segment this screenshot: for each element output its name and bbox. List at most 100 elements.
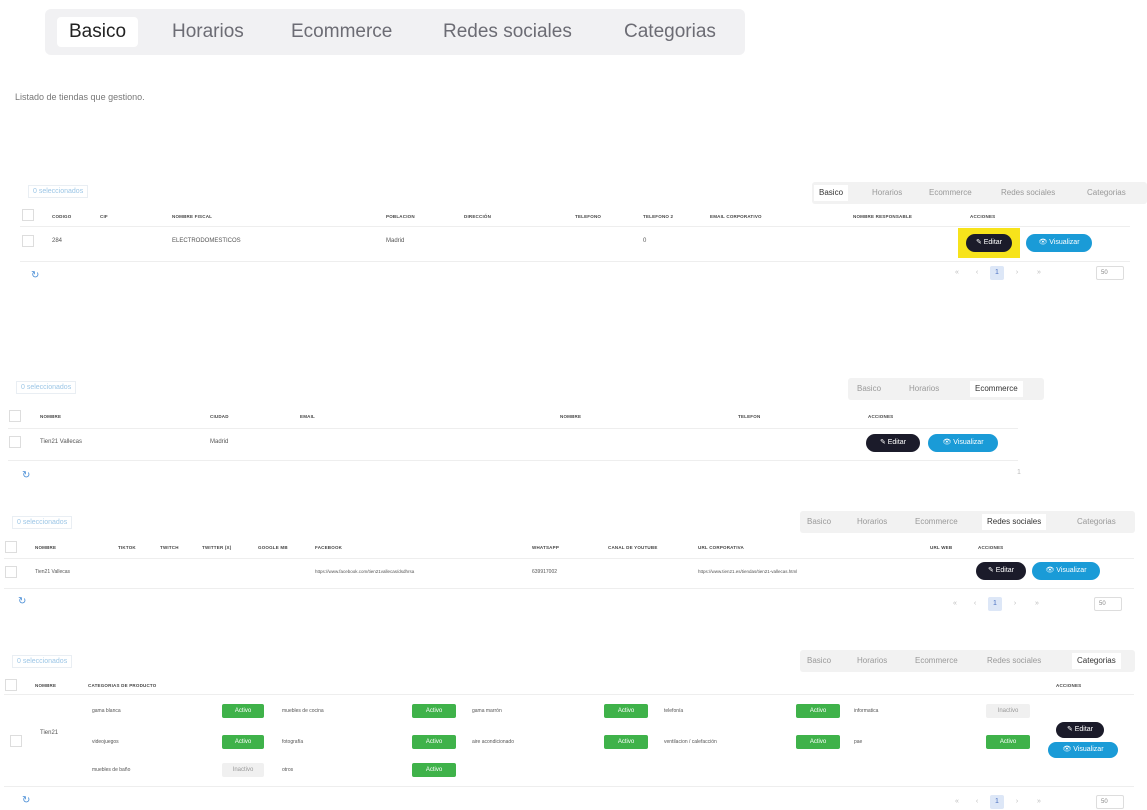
category-name: fotografía [282,739,304,745]
category-status[interactable]: Activo [412,763,456,777]
select-all-checkbox[interactable] [22,209,34,221]
pager-page-1[interactable]: 1 [990,266,1004,280]
select-all-checkbox[interactable] [5,679,17,691]
col-nombre-contacto: NOMBRE [560,414,582,419]
pagination: « ‹ 1 › » 50 [948,597,1138,611]
panel1-tab-horarios[interactable]: Horarios [867,185,907,201]
row-checkbox[interactable] [10,735,22,747]
panel2-tab-basico[interactable]: Basico [852,381,886,397]
row-checkbox[interactable] [22,235,34,247]
page-size-select[interactable]: 50 [1094,597,1122,611]
tab-basico[interactable]: Basico [57,17,139,47]
panel4-tab-redes[interactable]: Redes sociales [982,653,1046,669]
category-status[interactable]: Activo [604,704,648,718]
category-name: gama marrón [472,708,502,714]
category-status[interactable]: Activo [412,704,456,718]
page-size-select[interactable]: 50 [1096,266,1124,280]
col-telefono2: TELEFONO 2 [643,214,674,219]
category-name: ventilacion / calefacción [664,739,717,745]
row-divider [20,226,1130,227]
category-status[interactable]: Activo [796,735,840,749]
panel3-tab-categorias[interactable]: Categorias [1072,514,1121,530]
cell-poblacion: Madrid [386,238,405,244]
row-checkbox[interactable] [9,436,21,448]
panel4-tab-horarios[interactable]: Horarios [852,653,892,669]
refresh-icon[interactable]: ↻ [22,470,30,481]
pager-prev[interactable]: ‹ [968,597,982,611]
selected-count: 0 seleccionados [12,655,73,668]
cell-codigo: 284 [52,238,63,244]
tab-ecommerce[interactable]: Ecommerce [279,17,404,47]
refresh-icon[interactable]: ↻ [22,795,30,806]
panel3-tab-basico[interactable]: Basico [802,514,836,530]
pager-page-1[interactable]: 1 [1012,466,1026,480]
tab-redes-sociales[interactable]: Redes sociales [431,17,584,47]
panel1-tab-categorias[interactable]: Categorias [1082,185,1131,201]
col-acciones: ACCIONES [868,414,894,419]
panel2-tab-ecommerce[interactable]: Ecommerce [970,381,1023,397]
category-status[interactable]: Activo [796,704,840,718]
category-name: pae [854,739,863,745]
col-google-mb: GOOGLE MB [258,545,288,550]
pagination: 1 [1012,466,1032,480]
pager-first[interactable]: « [950,266,964,280]
view-button[interactable]: 👁 Visualizar [1048,742,1118,758]
panel4-tab-ecommerce[interactable]: Ecommerce [910,653,963,669]
edit-button[interactable]: ✎ Editar [976,562,1026,580]
edit-button[interactable]: ✎ Editar [1056,722,1104,738]
pager-first[interactable]: « [948,597,962,611]
pager-prev[interactable]: ‹ [970,266,984,280]
row-checkbox[interactable] [5,566,17,578]
panel1-tab-ecommerce[interactable]: Ecommerce [924,185,977,201]
cell-facebook: https://www.facebook.com/tien21vallecas/… [315,569,415,574]
row-divider [4,588,1134,589]
panel4-tab-categorias[interactable]: Categorias [1072,653,1121,669]
refresh-icon[interactable]: ↻ [18,596,26,607]
category-name: muebles de cocina [282,708,324,714]
panel3-tab-horarios[interactable]: Horarios [852,514,892,530]
category-name: videojuegos [92,739,119,745]
panel3-tab-redes[interactable]: Redes sociales [982,514,1047,530]
category-status[interactable]: Inactivo [986,704,1030,718]
view-button[interactable]: 👁 Visualizar [1026,234,1092,252]
edit-button[interactable]: ✎ Editar [866,434,920,452]
pager-prev[interactable]: ‹ [970,795,984,809]
pager-last[interactable]: » [1030,597,1044,611]
category-status[interactable]: Activo [222,704,264,718]
tab-horarios[interactable]: Horarios [160,17,256,47]
panel4-tab-basico[interactable]: Basico [802,653,836,669]
pager-last[interactable]: » [1032,266,1046,280]
view-button[interactable]: 👁 Visualizar [1032,562,1100,580]
panel3-tab-ecommerce[interactable]: Ecommerce [910,514,963,530]
main-tabs: Basico Horarios Ecommerce Redes sociales… [45,9,745,55]
category-status[interactable]: Inactivo [222,763,264,777]
view-button[interactable]: 👁 Visualizar [928,434,998,452]
intro-text: Listado de tiendas que gestiono. [15,92,145,102]
panel1-tab-basico[interactable]: Basico [814,185,849,201]
category-status[interactable]: Activo [412,735,456,749]
col-url-web: URL WEB [930,545,953,550]
edit-button[interactable]: ✎ Editar [966,234,1012,252]
pager-page-1[interactable]: 1 [988,597,1002,611]
col-youtube: CANAL DE YOUTUBE [608,545,658,550]
pager-page-1[interactable]: 1 [990,795,1004,809]
panel1-tab-redes[interactable]: Redes sociales [996,185,1060,201]
select-all-checkbox[interactable] [9,410,21,422]
cell-url-corporativa: https://www.tien21.es/tiendas/tien21-val… [698,569,798,574]
pager-last[interactable]: » [1032,795,1046,809]
pager-next[interactable]: › [1010,266,1024,280]
pager-next[interactable]: › [1010,795,1024,809]
select-all-checkbox[interactable] [5,541,17,553]
pager-next[interactable]: › [1008,597,1022,611]
category-status[interactable]: Activo [604,735,648,749]
pager-first[interactable]: « [950,795,964,809]
category-status[interactable]: Activo [986,735,1030,749]
cell-telefono2: 0 [643,238,647,244]
panel2-tab-horarios[interactable]: Horarios [904,381,944,397]
selected-count: 0 seleccionados [12,516,73,529]
tab-categorias[interactable]: Categorias [612,17,728,47]
cell-nombre: Tien21 Vallecas [35,569,71,575]
page-size-select[interactable]: 50 [1096,795,1124,809]
refresh-icon[interactable]: ↻ [31,270,39,281]
category-status[interactable]: Activo [222,735,264,749]
